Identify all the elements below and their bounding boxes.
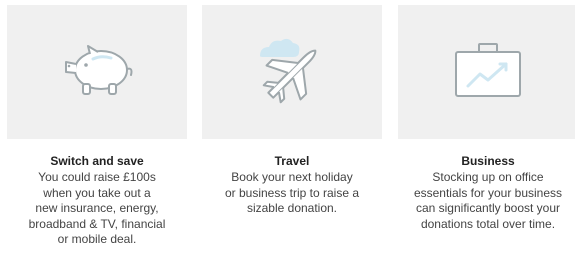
card-description: You could raise £100s when you take out …	[7, 170, 187, 248]
card-description: Book your next holiday or business trip …	[202, 170, 382, 217]
card-description: Stocking up on office essentials for you…	[398, 170, 575, 232]
card-switch-and-save: Switch and save You could raise £100s wh…	[7, 5, 187, 248]
description-line: Book your next holiday	[231, 170, 353, 184]
card-image-tile	[202, 5, 382, 139]
description-line: can significantly boost your	[415, 201, 561, 215]
briefcase-icon	[455, 43, 521, 97]
description-line: when you take out a	[43, 185, 151, 200]
airplane-icon	[260, 38, 317, 104]
card-image-tile	[398, 5, 575, 139]
card-title: Business	[461, 154, 515, 168]
description-line: broadband & TV, financial	[28, 216, 166, 231]
card-image-tile	[7, 5, 187, 139]
piggy-bank-icon	[65, 45, 133, 95]
description-line: essentials for your business	[413, 185, 563, 200]
description-line: You could raise £100s	[38, 170, 156, 184]
card-business: Business Stocking up on office essential…	[398, 5, 575, 232]
card-title: Travel	[274, 154, 310, 168]
benefit-cards: Switch and save You could raise £100s wh…	[0, 0, 575, 255]
description-line: or business trip to raise a	[224, 185, 360, 200]
description-line: sizable donation.	[246, 201, 338, 215]
description-line: or mobile deal.	[57, 232, 137, 246]
description-line: new insurance, energy,	[35, 201, 159, 215]
card-travel: Travel Book your next holiday or busines…	[202, 5, 382, 217]
description-line: Stocking up on office	[432, 170, 544, 184]
description-line: donations total over time.	[420, 216, 556, 231]
card-title: Switch and save	[50, 154, 144, 168]
